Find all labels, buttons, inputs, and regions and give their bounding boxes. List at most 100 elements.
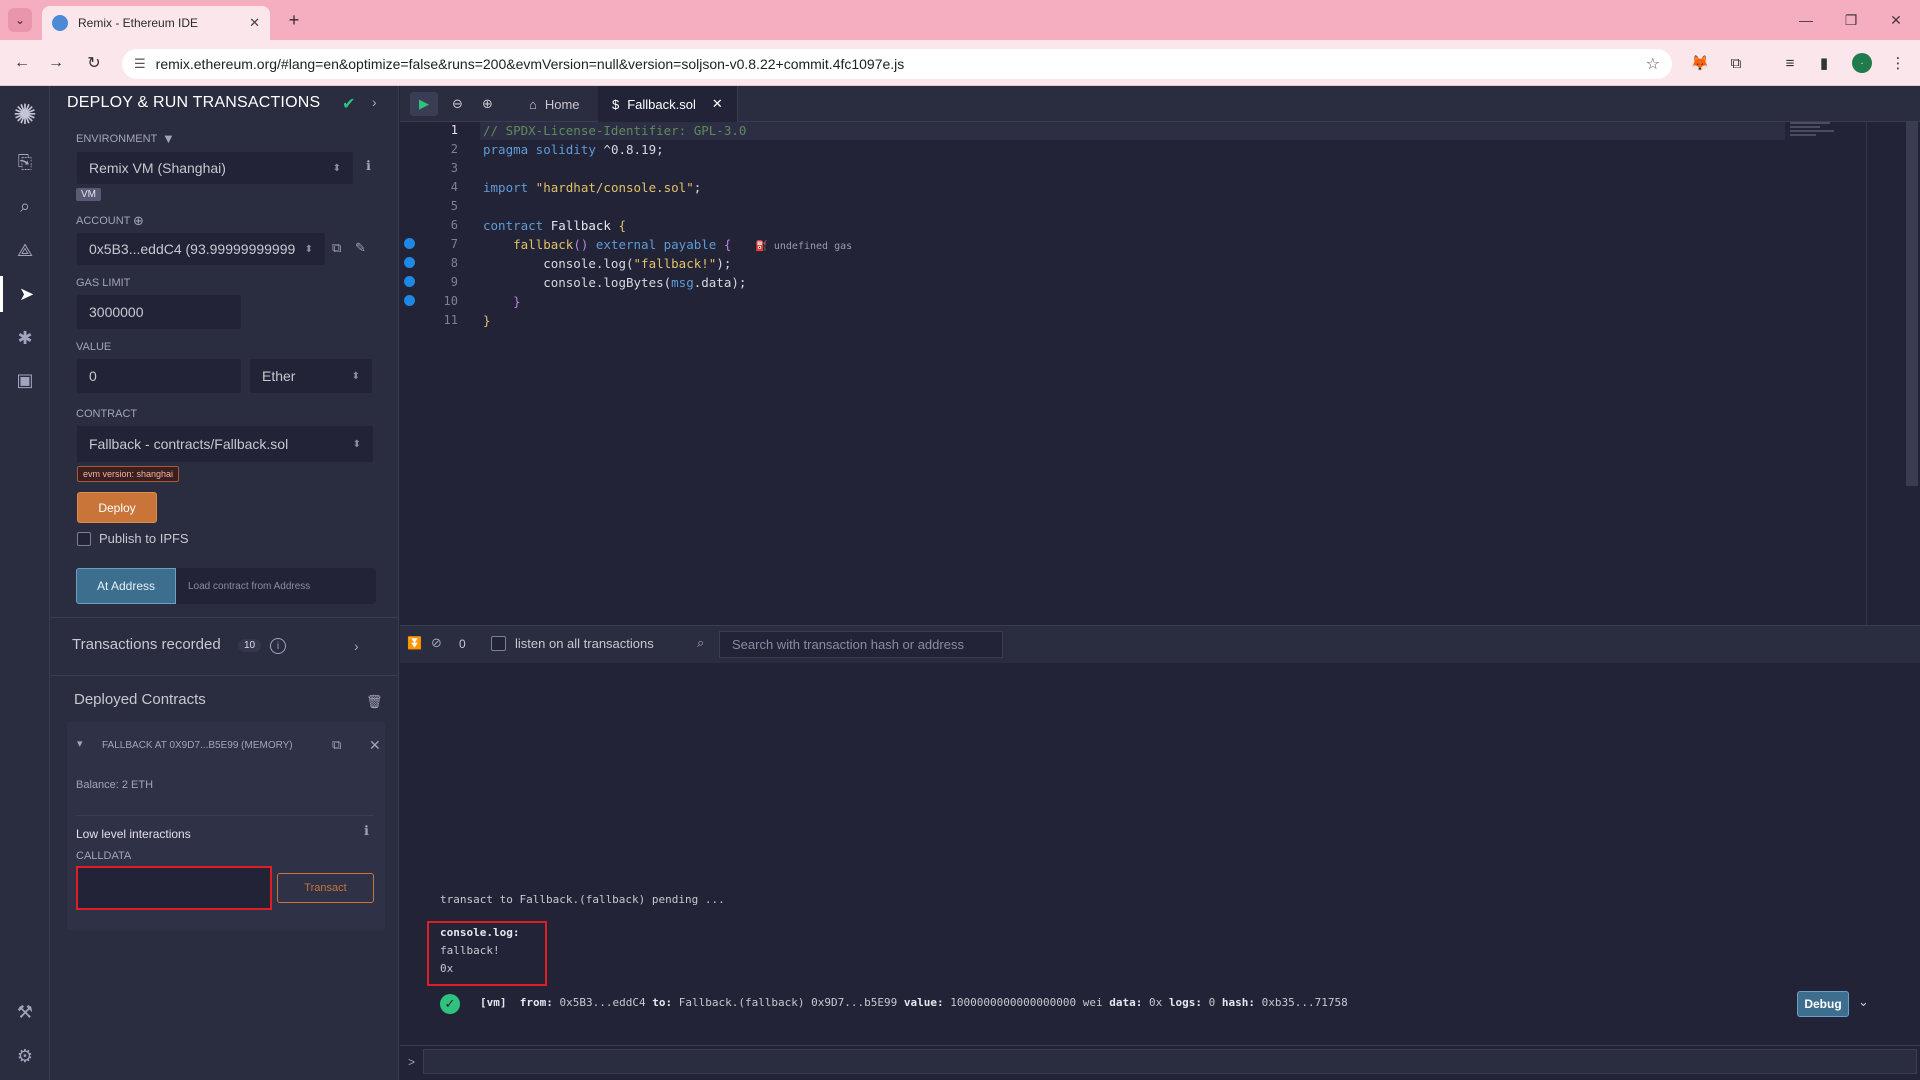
close-window-button[interactable]: ✕ <box>1876 8 1916 32</box>
listen-all-checkbox[interactable] <box>491 636 506 651</box>
publish-ipfs-label: Publish to IPFS <box>99 531 189 546</box>
tx-tag: [vm] <box>480 996 507 1009</box>
value-unit: Ether <box>262 368 296 384</box>
editor-scrollbar[interactable] <box>1906 122 1918 486</box>
code-line: pragma solidity ^0.8.19; <box>483 142 664 157</box>
account-select[interactable]: 0x5B3...eddC4 (93.99999999999 ⬍ <box>76 232 326 266</box>
code-lines: // SPDX-License-Identifier: GPL-3.0 pragm… <box>483 121 852 330</box>
browser-menu-icon[interactable]: ⋮ <box>1886 51 1910 75</box>
plugin-manager-icon[interactable]: ▣ <box>0 362 50 398</box>
line-number: 6 <box>450 218 458 232</box>
panel-title: DEPLOY & RUN TRANSACTIONS <box>67 94 321 111</box>
restore-button[interactable]: ❐ <box>1831 8 1871 32</box>
forward-icon[interactable]: → <box>44 51 68 75</box>
tx-hash: 0xb35...71758 <box>1261 996 1348 1009</box>
new-tab-button[interactable]: + <box>282 8 306 32</box>
tab-list-button[interactable]: ⌄ <box>8 8 32 32</box>
settings-gear-icon[interactable]: ⚙ <box>0 1038 50 1074</box>
divider <box>50 617 399 618</box>
site-info-icon[interactable]: ☰ <box>134 56 146 72</box>
line-number: 1 <box>450 123 458 137</box>
zoom-out-icon[interactable]: ⊖ <box>452 96 463 112</box>
side-panel-icon[interactable]: ▮ <box>1812 51 1836 75</box>
select-caret-icon: ⬍ <box>351 370 360 382</box>
browser-tab[interactable]: Remix - Ethereum IDE ✕ <box>42 6 270 40</box>
file-explorer-icon[interactable]: ⎘ <box>0 144 50 180</box>
close-tab-icon[interactable]: ✕ <box>249 15 260 31</box>
close-tab-icon[interactable]: ✕ <box>712 96 723 112</box>
metamask-extension-icon[interactable]: 🦊 <box>1688 51 1712 75</box>
info-icon[interactable]: ℹ <box>364 823 369 839</box>
deploy-run-icon[interactable]: ➤ <box>0 276 50 312</box>
calldata-input[interactable] <box>76 866 272 910</box>
tab-fallback-sol[interactable]: $ Fallback.sol ✕ <box>598 86 738 122</box>
terminal-search-input[interactable]: Search with transaction hash or address <box>719 631 1003 658</box>
load-address-input[interactable]: Load contract from Address <box>176 568 376 604</box>
tx-data-label: data: <box>1109 996 1143 1009</box>
back-icon[interactable]: ← <box>10 51 34 75</box>
tab-home[interactable]: ⌂ Home <box>515 86 594 122</box>
collapse-terminal-icon[interactable]: ⏬ <box>407 636 422 650</box>
debugger-bug-icon[interactable]: ✱ <box>0 320 50 356</box>
line-number: 5 <box>450 199 458 213</box>
line-number: 9 <box>450 275 458 289</box>
contract-select[interactable]: Fallback - contracts/Fallback.sol ⬍ <box>76 425 374 463</box>
pending-tx-count: 0 <box>459 637 466 651</box>
info-icon[interactable]: ℹ <box>366 158 371 174</box>
bookmark-star-icon[interactable]: ☆ <box>1646 54 1660 74</box>
code-line: console.logBytes(msg.data); <box>483 275 747 290</box>
address-bar[interactable]: ☰ remix.ethereum.org/#lang=en&optimize=f… <box>122 49 1672 79</box>
clear-console-icon[interactable]: ⊘ <box>431 635 442 651</box>
minimize-button[interactable]: — <box>1786 8 1826 32</box>
environment-select[interactable]: Remix VM (Shanghai) ⬍ <box>76 151 354 185</box>
gas-estimate-hint: ⛽ undefined gas <box>755 241 853 252</box>
transactions-count-badge: 10 <box>238 639 262 652</box>
trash-icon[interactable]: 🗑 <box>366 694 383 710</box>
address-url: remix.ethereum.org/#lang=en&optimize=fal… <box>155 56 905 72</box>
solidity-compiler-icon[interactable]: ⟁ <box>0 232 50 268</box>
info-icon[interactable]: i <box>270 638 286 654</box>
copy-icon[interactable]: ⧉ <box>332 240 341 256</box>
publish-ipfs-checkbox[interactable] <box>77 532 91 546</box>
code-minimap[interactable] <box>1790 122 1850 146</box>
chevron-down-icon[interactable]: ⌄ <box>1858 994 1869 1010</box>
line-number: 3 <box>450 161 458 175</box>
chevron-right-icon[interactable]: › <box>372 94 377 110</box>
profile-avatar[interactable]: · <box>1852 53 1872 73</box>
transaction-summary[interactable]: [vm] from: 0x5B3...eddC4 to: Fallback.(f… <box>480 996 1348 1009</box>
copy-icon[interactable]: ⧉ <box>332 737 341 753</box>
edit-icon[interactable]: ✎ <box>355 240 366 256</box>
chevron-right-icon[interactable]: › <box>354 638 359 654</box>
deploy-button[interactable]: Deploy <box>77 492 157 523</box>
console-log-line: fallback! <box>440 944 500 957</box>
select-caret-icon: ⬍ <box>304 243 313 255</box>
close-icon[interactable]: ✕ <box>369 737 381 754</box>
value-unit-select[interactable]: Ether ⬍ <box>249 358 373 394</box>
debug-button[interactable]: Debug <box>1797 991 1849 1017</box>
extensions-puzzle-icon[interactable]: ⧉ <box>1724 51 1748 75</box>
plugin-wrench-icon[interactable]: ⚒ <box>0 994 50 1030</box>
add-account-icon[interactable]: ⊕ <box>133 213 144 229</box>
funnel-icon[interactable]: ▼ <box>162 131 175 146</box>
code-line: console.log("fallback!"); <box>483 256 732 271</box>
value-input[interactable]: 0 <box>76 358 242 394</box>
terminal-command-input[interactable] <box>423 1049 1917 1074</box>
line-number-gutter: 1 2 3 4 5 6 7 8 9 10 11 <box>400 121 458 330</box>
media-control-icon[interactable]: ≡ <box>1778 51 1802 75</box>
zoom-in-icon[interactable]: ⊕ <box>482 96 493 112</box>
contract-label: CONTRACT <box>76 408 138 420</box>
chevron-down-icon[interactable]: ▾ <box>77 737 83 750</box>
at-address-button[interactable]: At Address <box>76 568 176 604</box>
tx-to: Fallback.(fallback) 0x9D7...b5E99 <box>678 996 898 1009</box>
reload-icon[interactable]: ↻ <box>82 51 106 75</box>
gas-limit-input[interactable]: 3000000 <box>76 294 242 330</box>
transact-button[interactable]: Transact <box>277 873 374 903</box>
instance-title[interactable]: FALLBACK AT 0X9D7...B5E99 (MEMORY) <box>102 740 293 751</box>
run-script-button[interactable]: ▶ <box>410 92 438 116</box>
remix-logo-icon[interactable]: ✺ <box>0 92 50 136</box>
transactions-recorded-header[interactable]: Transactions recorded <box>72 636 221 653</box>
search-icon[interactable]: ⌕ <box>0 188 50 224</box>
code-line: // SPDX-License-Identifier: GPL-3.0 <box>483 123 747 138</box>
low-level-interactions-title: Low level interactions <box>76 827 191 841</box>
